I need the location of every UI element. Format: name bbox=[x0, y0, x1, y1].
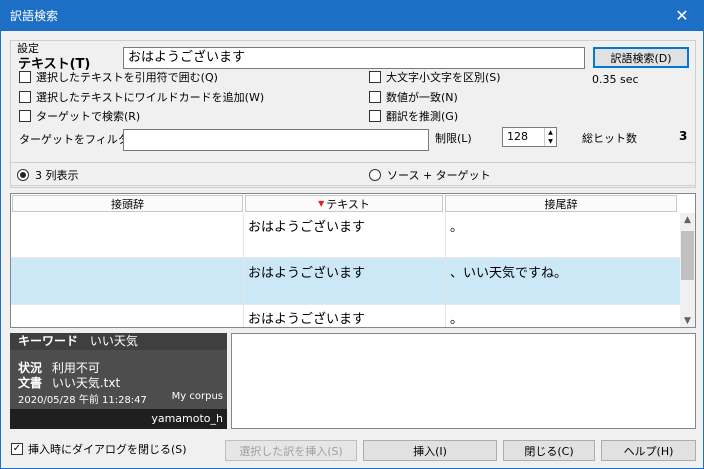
grid-header: 接頭辞 ▼ テキスト 接尾辞 bbox=[11, 194, 683, 213]
cell-prefix bbox=[11, 258, 244, 304]
cell-suffix: 、いい天気ですね。 bbox=[450, 266, 568, 281]
spin-up-icon[interactable]: ▲ bbox=[545, 128, 556, 137]
spin-down-icon[interactable]: ▼ bbox=[545, 137, 556, 146]
checkbox-label: 大文字小文字を区別(S) bbox=[386, 71, 501, 84]
filter-label: ターゲットをフィルタ bbox=[19, 133, 129, 146]
limit-label: 制限(L) bbox=[435, 132, 472, 145]
results-grid: 接頭辞 ▼ テキスト 接尾辞 おはようございます 。 おはようございます 、いい… bbox=[10, 193, 696, 328]
scroll-thumb[interactable] bbox=[681, 231, 694, 280]
wildcard-checkbox[interactable]: 選択したテキストにワイルドカードを追加(W) bbox=[19, 89, 264, 105]
grid-scrollbar[interactable]: ▲ ▼ bbox=[680, 213, 695, 327]
checkbox-label: 挿入時にダイアログを閉じる(S) bbox=[28, 443, 187, 456]
insert-button[interactable]: 挿入(I) bbox=[363, 440, 497, 461]
cell-text: おはようございます bbox=[244, 305, 446, 327]
cell-text: おはようございます bbox=[244, 213, 446, 257]
cell-prefix bbox=[11, 305, 244, 327]
three-column-radio[interactable]: 3 列表示 bbox=[17, 167, 79, 183]
column-header-prefix[interactable]: 接頭辞 bbox=[12, 195, 243, 212]
document-label: 文書 bbox=[18, 376, 43, 390]
quote-checkbox[interactable]: 選択したテキストを引用符で囲む(Q) bbox=[19, 69, 218, 85]
close-icon[interactable]: ✕ bbox=[660, 0, 704, 31]
limit-stepper[interactable]: 128 ▲ ▼ bbox=[502, 127, 557, 147]
checkbox-box[interactable] bbox=[19, 110, 31, 122]
case-checkbox[interactable]: 大文字小文字を区別(S) bbox=[369, 69, 501, 85]
limit-value[interactable]: 128 bbox=[503, 128, 544, 146]
cell-suffix: 。 bbox=[450, 220, 464, 235]
close-button[interactable]: 閉じる(C) bbox=[503, 440, 595, 461]
elapsed-time: 0.35 sec bbox=[592, 73, 639, 86]
checkbox-label: ターゲットで検索(R) bbox=[36, 110, 141, 123]
scroll-down-icon[interactable]: ▼ bbox=[680, 314, 695, 327]
column-header-suffix[interactable]: 接尾辞 bbox=[445, 195, 677, 212]
cell-prefix bbox=[11, 213, 244, 257]
hits-label: 総ヒット数 bbox=[582, 132, 637, 145]
checkbox-box[interactable] bbox=[369, 91, 381, 103]
keyword-label: キーワード bbox=[18, 334, 79, 348]
help-button[interactable]: ヘルプ(H) bbox=[601, 440, 696, 461]
radio-label: 3 列表示 bbox=[35, 169, 79, 182]
text-input[interactable]: おはようございます bbox=[123, 47, 585, 69]
dialog-body: 設定 テキスト(T) おはようございます 訳語検索(D) 0.35 sec 選択… bbox=[0, 31, 704, 469]
radio-label: ソース + ターゲット bbox=[387, 169, 491, 182]
search-button[interactable]: 訳語検索(D) bbox=[593, 47, 689, 68]
checkbox-box[interactable] bbox=[19, 91, 31, 103]
keyword-bar: キーワード いい天気 bbox=[10, 333, 227, 350]
source-target-radio[interactable]: ソース + ターゲット bbox=[369, 167, 491, 183]
guess-checkbox[interactable]: 翻訳を推測(G) bbox=[369, 108, 458, 124]
scroll-up-icon[interactable]: ▲ bbox=[680, 213, 695, 227]
checkbox-label: 数値が一致(N) bbox=[386, 91, 458, 104]
column-header-text[interactable]: ▼ テキスト bbox=[245, 195, 443, 212]
sort-desc-icon: ▼ bbox=[318, 199, 325, 208]
checkbox-box[interactable] bbox=[19, 71, 31, 83]
checkbox-box[interactable] bbox=[369, 71, 381, 83]
status-label: 状況 bbox=[18, 361, 43, 375]
title-bar: 訳語検索 ✕ bbox=[0, 0, 704, 31]
checkbox-label: 選択したテキストを引用符で囲む(Q) bbox=[36, 71, 218, 84]
corpus-name: My corpus bbox=[171, 391, 223, 402]
user-bar: yamamoto_h bbox=[10, 409, 227, 429]
window-title: 訳語検索 bbox=[10, 9, 59, 23]
insert-selected-button[interactable]: 選択した訳を挿入(S) bbox=[225, 440, 357, 461]
radio-unselected-icon[interactable] bbox=[369, 169, 381, 181]
table-row[interactable]: おはようございます 。 bbox=[11, 213, 680, 258]
timestamp: 2020/05/28 午前 11:28:47 bbox=[18, 395, 147, 406]
document-line: 文書 いい天気.txt bbox=[18, 374, 120, 391]
hits-count: 3 bbox=[679, 129, 688, 143]
preview-pane[interactable] bbox=[231, 333, 696, 429]
column-header-text-label: テキスト bbox=[326, 197, 370, 211]
checkbox-box[interactable] bbox=[369, 110, 381, 122]
view-mode-group: 3 列表示 ソース + ターゲット bbox=[10, 162, 696, 186]
match-info-panel: キーワード いい天気 状況 利用不可 文書 いい天気.txt 2020/05/2… bbox=[10, 333, 227, 429]
number-checkbox[interactable]: 数値が一致(N) bbox=[369, 89, 458, 105]
close-on-insert-checkbox[interactable]: ✓ 挿入時にダイアログを閉じる(S) bbox=[11, 441, 187, 457]
radio-selected-icon[interactable] bbox=[17, 169, 29, 181]
filter-input[interactable] bbox=[123, 129, 429, 151]
cell-text: おはようございます bbox=[244, 258, 446, 304]
table-row[interactable]: おはようございます 、いい天気ですね。 bbox=[11, 258, 680, 305]
status-value: 利用不可 bbox=[51, 361, 100, 375]
document-value: いい天気.txt bbox=[51, 376, 121, 390]
checkbox-label: 翻訳を推測(G) bbox=[386, 110, 459, 123]
target-search-checkbox[interactable]: ターゲットで検索(R) bbox=[19, 108, 140, 124]
table-row[interactable]: おはようございます 。 bbox=[11, 305, 680, 327]
keyword-value: いい天気 bbox=[89, 334, 138, 348]
checkbox-checked-icon[interactable]: ✓ bbox=[11, 443, 23, 455]
checkbox-label: 選択したテキストにワイルドカードを追加(W) bbox=[36, 91, 265, 104]
cell-suffix: 。 bbox=[450, 312, 464, 327]
